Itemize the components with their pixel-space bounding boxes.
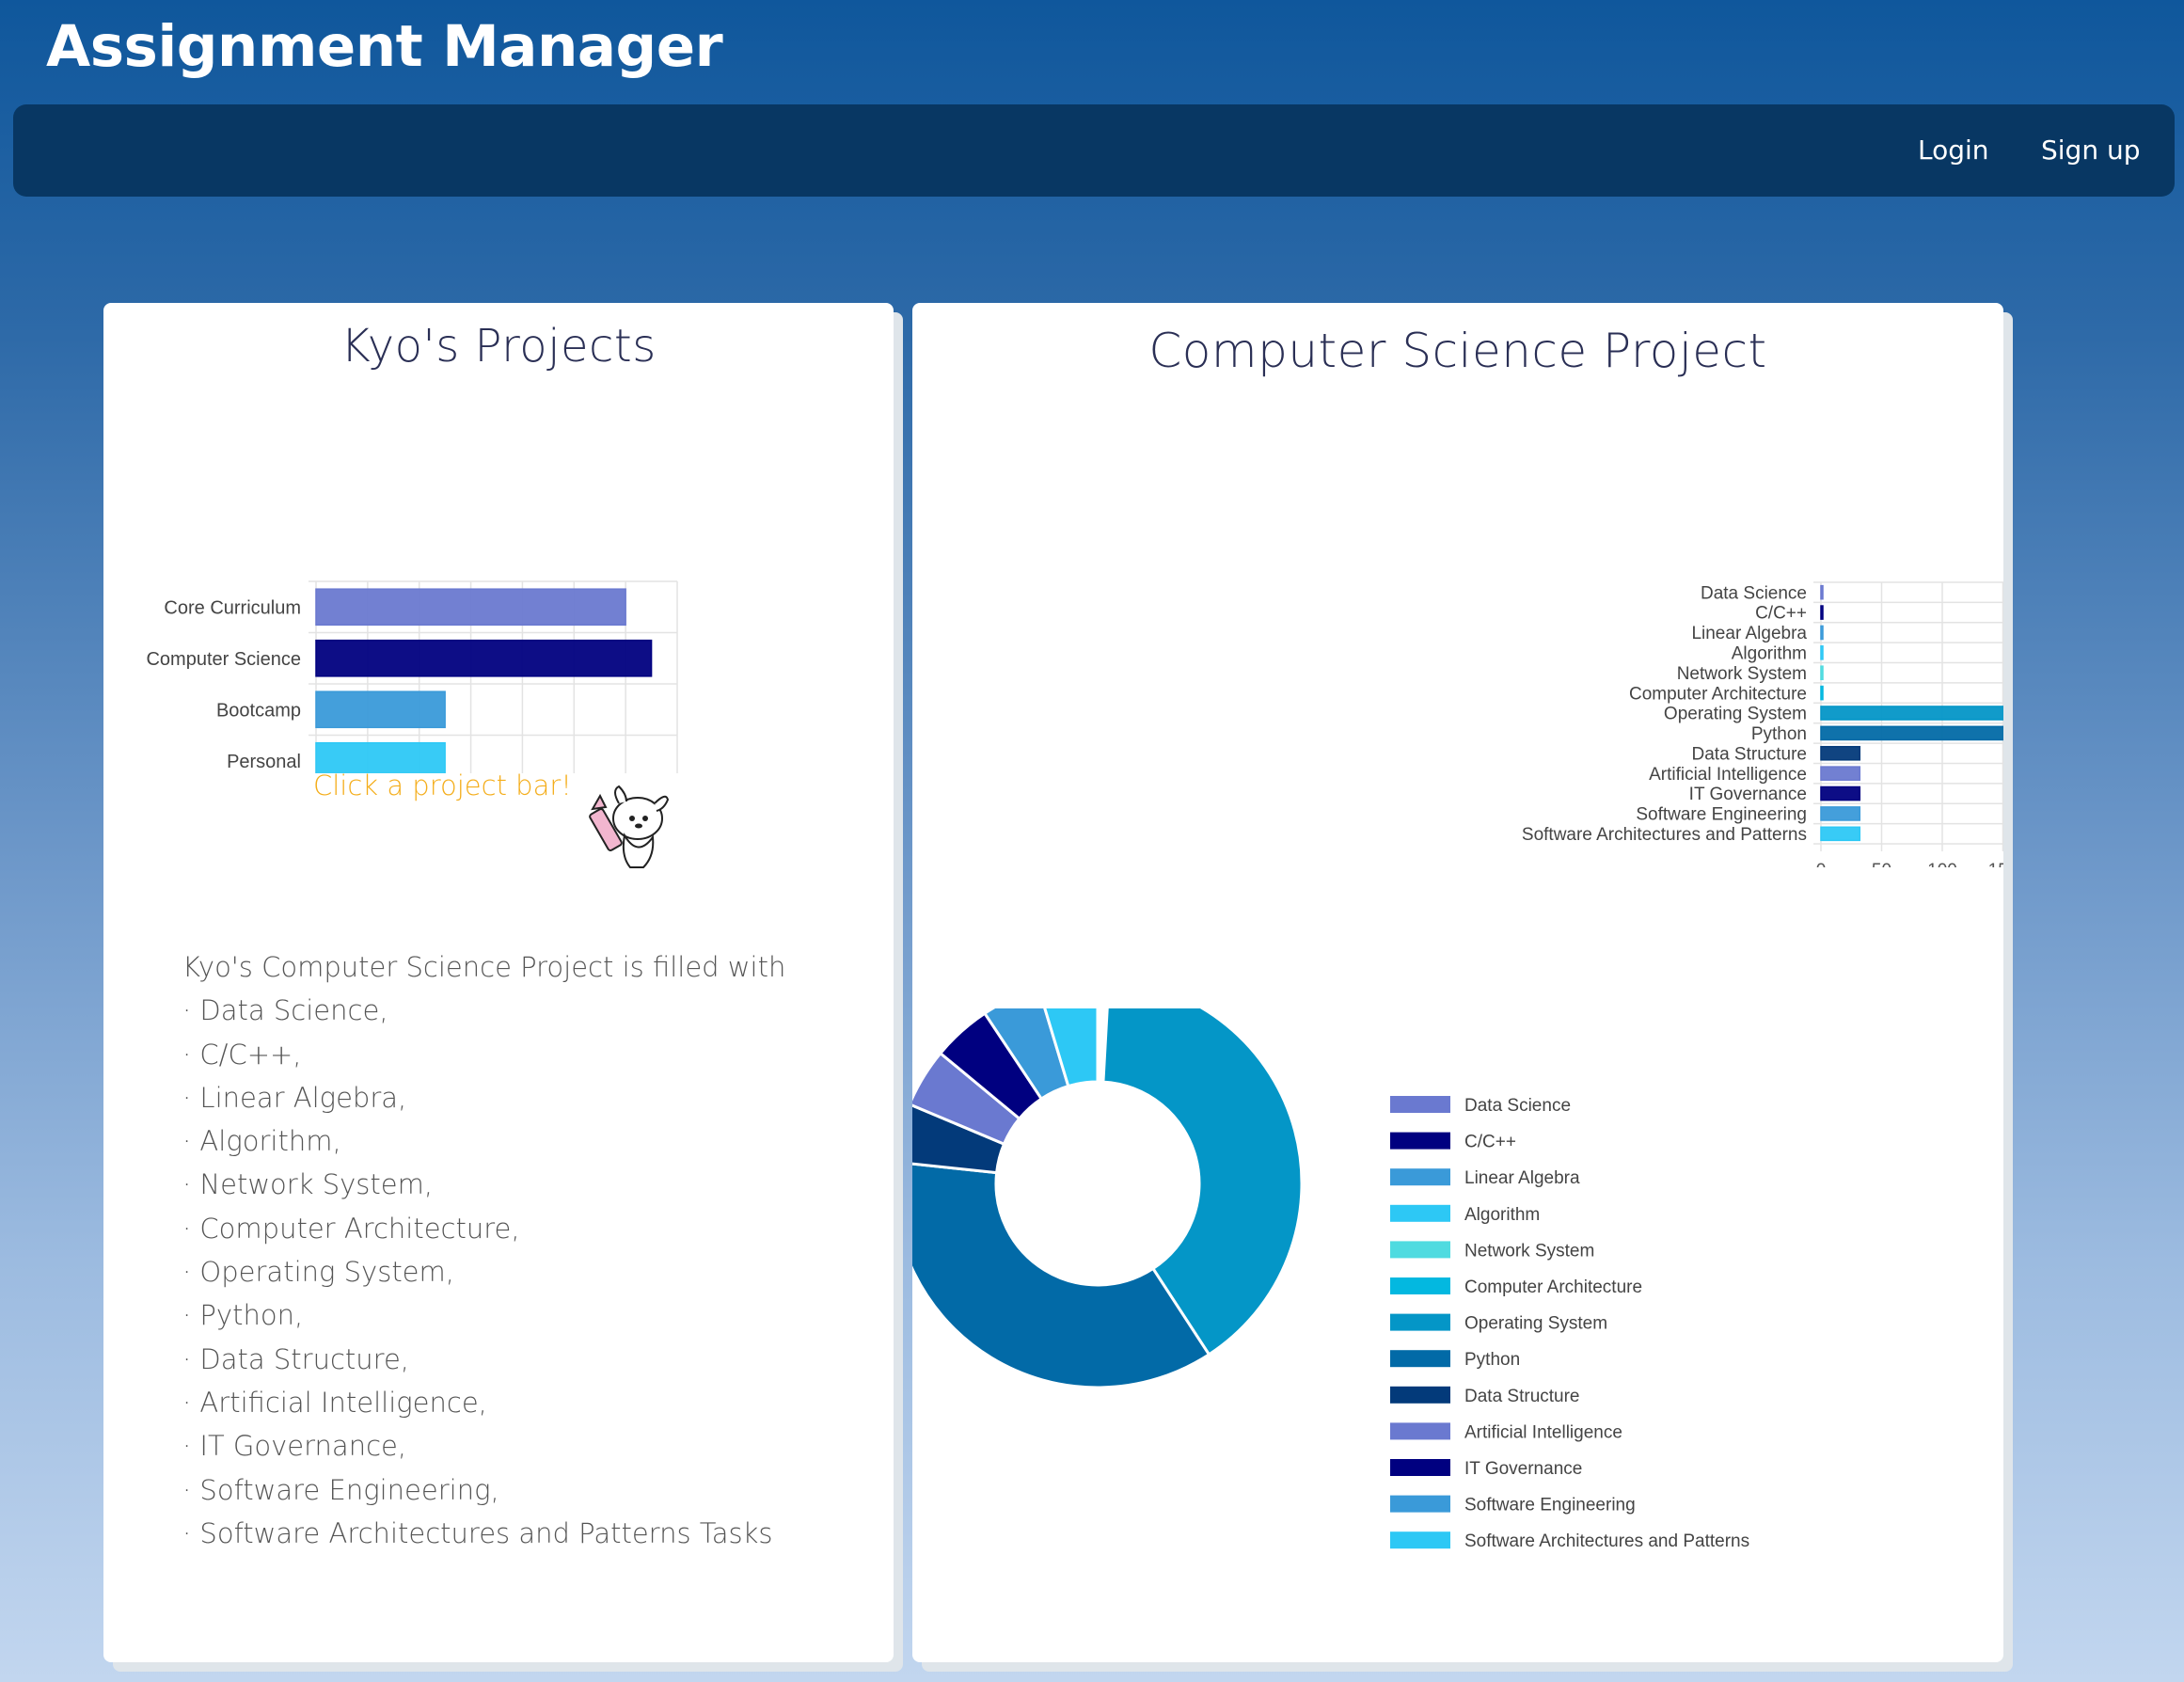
cs-project-card: Computer Science Project 050100150200250… [912, 303, 2003, 1662]
description-item: · Software Engineering, [182, 1473, 499, 1506]
legend-swatch[interactable] [1390, 1313, 1450, 1331]
category-label: Network System [1677, 664, 1807, 684]
legend-label[interactable]: C/C++ [1464, 1133, 1516, 1152]
navbar: Login Sign up [13, 104, 2175, 197]
category-label: Core Curriculum [164, 597, 301, 618]
x-tick-label: 100 [1927, 861, 1957, 867]
login-link[interactable]: Login [1918, 135, 1989, 166]
legend-swatch[interactable] [1390, 1386, 1450, 1404]
category-label: C/C++ [1755, 604, 1807, 624]
bar-python[interactable] [1820, 725, 2003, 741]
category-label: Python [1751, 724, 1807, 744]
legend-label[interactable]: Data Science [1464, 1096, 1571, 1116]
bar-software-engineering[interactable] [1820, 806, 1861, 821]
legend-label[interactable]: Operating System [1464, 1314, 1607, 1334]
category-label: IT Governance [1689, 785, 1807, 804]
bar-it-governance[interactable] [1820, 785, 1861, 801]
bar-operating-system[interactable] [1820, 706, 2003, 721]
cs-bar-chart: 050100150200250300Data ScienceC/C++Linea… [1522, 581, 2003, 867]
legend-label[interactable]: Python [1464, 1350, 1520, 1370]
description-item: · Linear Algebra, [182, 1081, 407, 1114]
legend-label[interactable]: Computer Architecture [1464, 1277, 1642, 1297]
mascot-image [589, 785, 670, 868]
category-label: Personal [227, 752, 301, 772]
bar-c-c[interactable] [1820, 605, 1824, 620]
project-description: Kyo's Computer Science Project is filled… [182, 945, 785, 1555]
legend-swatch[interactable] [1390, 1422, 1450, 1440]
click-project-hint: Click a project bar! [313, 770, 572, 801]
category-label: Operating System [1664, 705, 1807, 724]
description-item: · Artificial Intelligence, [182, 1386, 487, 1419]
app-title: Assignment Manager [46, 13, 723, 80]
legend-swatch[interactable] [1390, 1350, 1450, 1368]
category-label: Linear Algebra [1691, 624, 1807, 643]
description-item: · Computer Architecture, [182, 1212, 520, 1245]
description-item: · C/C++, [182, 1038, 302, 1071]
legend-label[interactable]: Software Engineering [1464, 1496, 1636, 1515]
category-label: Software Engineering [1636, 805, 1807, 825]
bar-data-structure[interactable] [1820, 745, 1861, 761]
bar-algorithm[interactable] [1820, 645, 1824, 660]
legend-label[interactable]: Linear Algebra [1464, 1168, 1580, 1188]
bar-computer-science[interactable] [315, 639, 653, 677]
legend-swatch[interactable] [1390, 1168, 1450, 1186]
x-tick-label: 50 [1872, 861, 1891, 867]
description-item: · Operating System, [182, 1256, 454, 1289]
legend-swatch[interactable] [1390, 1132, 1450, 1150]
bar-core-curriculum[interactable] [315, 588, 626, 627]
category-label: Computer Science [146, 649, 301, 670]
category-label: Bootcamp [216, 700, 301, 721]
legend-label[interactable]: Artificial Intelligence [1464, 1422, 1622, 1442]
description-list: · Data Science, · C/C++, · Linear Algebra,… [182, 989, 785, 1555]
x-tick-label: 150 [1988, 861, 2003, 867]
signup-link[interactable]: Sign up [2041, 135, 2141, 166]
bar-software-architectures-and-patterns[interactable] [1820, 826, 1861, 842]
legend-swatch[interactable] [1390, 1204, 1450, 1222]
description-item: · IT Governance, [182, 1430, 407, 1463]
legend-label[interactable]: Software Architectures and Patterns [1464, 1531, 1749, 1551]
legend-swatch[interactable] [1390, 1459, 1450, 1476]
x-tick-label: 0 [1816, 861, 1827, 867]
legend-label[interactable]: Data Structure [1464, 1387, 1580, 1406]
category-label: Data Structure [1692, 744, 1808, 764]
description-item: · Network System, [182, 1168, 434, 1201]
category-label: Data Science [1701, 583, 1807, 603]
description-item: · Data Science, [182, 994, 388, 1027]
category-label: Computer Architecture [1629, 684, 1807, 704]
cs-doughnut-chart: Data Science C/C++ Linear Algebra Algorithm… [912, 1008, 1749, 1551]
legend-swatch[interactable] [1390, 1495, 1450, 1513]
bar-data-science[interactable] [1820, 584, 1824, 600]
bar-artificial-intelligence[interactable] [1820, 766, 1861, 781]
bar-computer-architecture[interactable] [1820, 685, 1824, 701]
category-label: Artificial Intelligence [1649, 765, 1807, 785]
legend-swatch[interactable] [1390, 1277, 1450, 1294]
projects-bar-chart: 02468101214Core CurriculumComputer Scien… [146, 580, 678, 773]
bar-bootcamp[interactable] [315, 690, 446, 729]
bar-network-system[interactable] [1820, 665, 1824, 681]
legend-label[interactable]: Network System [1464, 1241, 1594, 1261]
legend-swatch[interactable] [1390, 1531, 1450, 1549]
description-item: · Algorithm, [182, 1125, 341, 1158]
bar-linear-algebra[interactable] [1820, 625, 1824, 641]
category-label: Software Architectures and Patterns [1522, 825, 1807, 845]
description-item: · Data Structure, [182, 1342, 410, 1375]
legend-swatch[interactable] [1390, 1096, 1450, 1113]
legend-swatch[interactable] [1390, 1241, 1450, 1259]
description-item: · Python, [182, 1299, 304, 1332]
category-label: Algorithm [1732, 643, 1807, 663]
legend-label[interactable]: IT Governance [1464, 1459, 1582, 1479]
legend-label[interactable]: Algorithm [1464, 1205, 1540, 1225]
description-item: · Software Architectures and Patterns Ta… [182, 1516, 773, 1549]
description-intro: Kyo's Computer Science Project is filled… [182, 951, 786, 983]
projects-card: Kyo's Projects 02468101214Core Curriculu… [103, 303, 894, 1662]
